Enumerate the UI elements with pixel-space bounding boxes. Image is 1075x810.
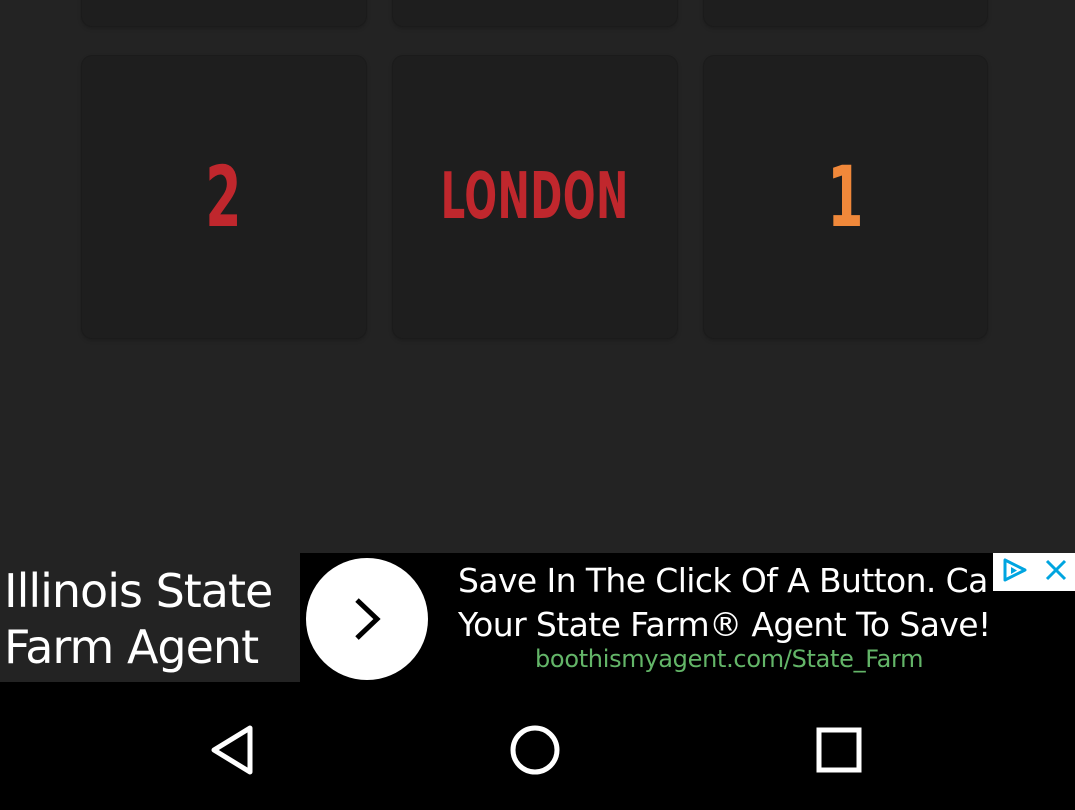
ad-body-line-1: Save In The Click Of A Button. Ca (458, 561, 988, 600)
ad-headline[interactable]: Illinois State Farm Agent (4, 563, 300, 675)
tile-top-left[interactable] (82, 0, 366, 26)
ad-headline-panel: Illinois State Farm Agent (0, 553, 300, 682)
android-navigation-bar (0, 682, 1075, 810)
adchoices-icon[interactable] (999, 556, 1033, 589)
tile-right[interactable]: 1 (704, 56, 987, 338)
ad-banner[interactable]: Illinois State Farm Agent Save In The Cl… (0, 553, 1075, 682)
ad-choices-bar[interactable] (993, 553, 1075, 591)
tile-label: LONDON (440, 160, 630, 234)
tile-left[interactable]: 2 (82, 56, 366, 338)
ad-body-line-2: Your State Farm® Agent To Save! (458, 605, 991, 644)
back-triangle-icon[interactable] (193, 710, 273, 790)
close-icon[interactable] (1043, 557, 1069, 588)
ad-body-text[interactable]: Save In The Click Of A Button. Ca Your S… (458, 559, 1058, 647)
home-circle-icon[interactable] (495, 710, 575, 790)
game-board: 2 LONDON 1 (0, 0, 1075, 553)
tile-label: 1 (827, 148, 864, 246)
recents-square-icon[interactable] (799, 710, 879, 790)
tile-top-right[interactable] (704, 0, 987, 26)
tile-top-center[interactable] (393, 0, 677, 26)
ad-url[interactable]: boothismyagent.com/State_Farm (535, 645, 924, 673)
tile-label: 2 (205, 148, 243, 246)
tile-center[interactable]: LONDON (393, 56, 677, 338)
chevron-right-icon[interactable] (306, 558, 428, 680)
